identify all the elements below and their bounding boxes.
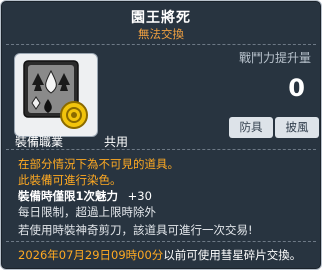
item-icon-frame (14, 53, 98, 137)
charm-bonus-label: 裝備時僅限1次魅力 (18, 189, 119, 203)
divider (6, 149, 316, 150)
equip-job-label: 裝備職業 (15, 135, 64, 149)
defense-button[interactable]: 防具 (229, 117, 273, 138)
description-line: 此裝備可進行染色。 (18, 173, 122, 187)
cape-button[interactable]: 披風 (275, 117, 319, 138)
charm-bonus-value: +30 (127, 189, 152, 203)
equip-job-value: 共用 (104, 135, 129, 149)
expiry-date: 2026年07月29日09時00分 (18, 248, 164, 262)
item-icon (23, 60, 88, 129)
combat-power-value: 0 (288, 74, 305, 102)
item-tooltip: 園王將死 無法交換 戰鬥力提升量 0 防具 披風 裝備職業 共用 在部分情況下為… (0, 0, 322, 270)
item-name: 園王將死 (131, 10, 191, 26)
description-line: 每日限制，超過上限時除外 (18, 205, 156, 219)
description-line: 若使用時裝神奇剪刀，該道具可進行一次交易! (18, 223, 253, 237)
description-line: 在部分情況下為不可見的道具。 (18, 157, 179, 171)
expiry-text: 以前可使用彗星碎片交換。 (163, 248, 302, 262)
divider (6, 241, 316, 242)
trade-status: 無法交換 (138, 27, 184, 41)
combat-power-label: 戰鬥力提升量 (238, 51, 311, 65)
divider (6, 44, 316, 45)
charm-bonus-line: 裝備時僅限1次魅力 +30 (18, 188, 152, 204)
expiry-notice: 2026年07月29日09時00分以前可使用彗星碎片交換。 (18, 247, 301, 263)
